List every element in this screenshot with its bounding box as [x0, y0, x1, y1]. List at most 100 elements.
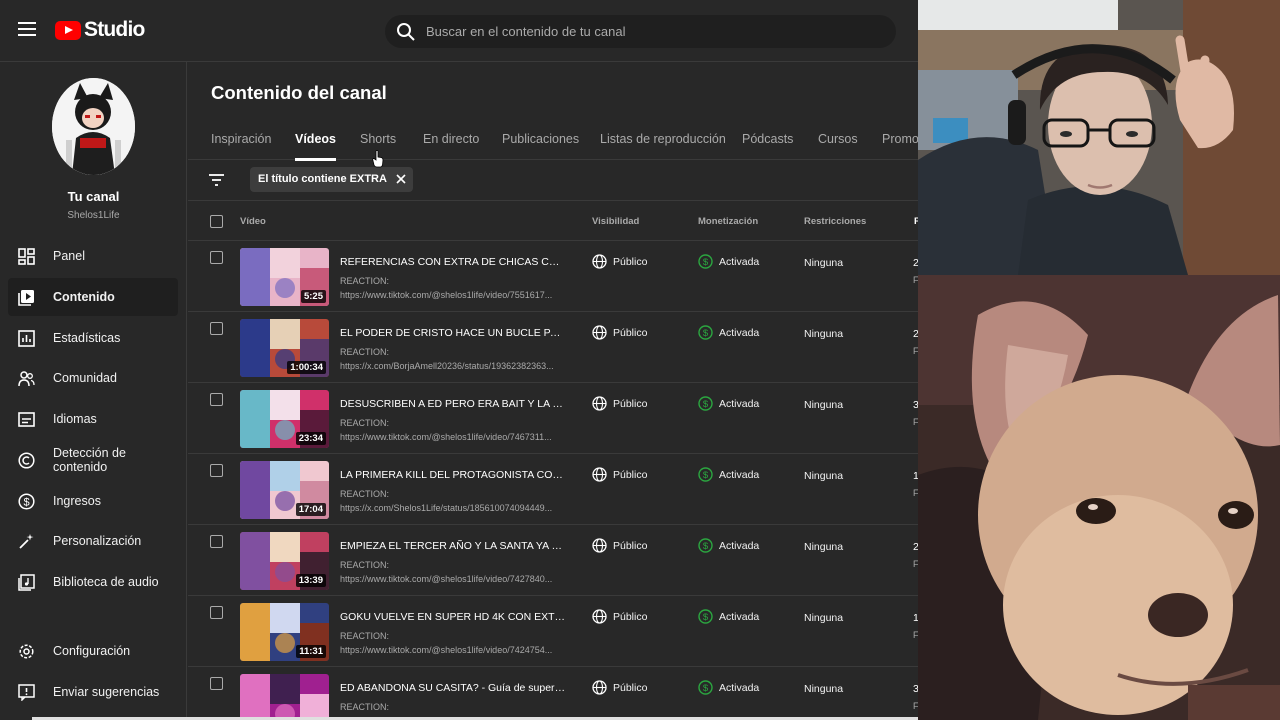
globe-icon [592, 680, 607, 695]
channel-avatar[interactable] [52, 78, 135, 175]
main-content: Contenido del canal Inspiración Vídeos S… [188, 62, 918, 720]
column-visibility[interactable]: Visibilidad [592, 216, 639, 227]
visibility-cell[interactable]: Público [592, 325, 647, 340]
monetization-dollar-icon: $ [698, 396, 713, 411]
monetization-label: Activada [719, 397, 760, 410]
tab-en-directo[interactable]: En directo [423, 132, 479, 160]
video-description-line: REACTION: [340, 489, 390, 499]
search-input[interactable] [426, 24, 896, 39]
video-title[interactable]: REFERENCIAS CON EXTRA DE CHICAS CABALLO … [340, 256, 566, 268]
monetization-dollar-icon: $ [698, 680, 713, 695]
video-title[interactable]: EMPIEZA EL TERCER AÑO Y LA SANTA YA SE Q… [340, 540, 566, 552]
video-title[interactable]: EL PODER DE CRISTO HACE UN BUCLE PARA SA… [340, 327, 566, 339]
row-checkbox[interactable] [210, 464, 223, 477]
video-description: REACTION: https://x.com/Shelos1Life/statu… [340, 487, 566, 515]
column-video[interactable]: Vídeo [240, 216, 266, 227]
table-row[interactable]: 5:25 REFERENCIAS CON EXTRA DE CHICAS CABA… [188, 241, 918, 312]
filter-icon[interactable] [208, 173, 225, 187]
sidebar-item-deteccion[interactable]: Detección de contenido [8, 441, 178, 479]
row-checkbox[interactable] [210, 677, 223, 690]
sidebar-item-personalizacion[interactable]: Personalización [8, 522, 178, 560]
row-checkbox[interactable] [210, 535, 223, 548]
svg-text:$: $ [703, 399, 709, 410]
filter-chip-label: El título contiene EXTRA [258, 173, 387, 185]
video-title[interactable]: GOKU VUELVE EN SUPER HD 4K CON EXTRA DE … [340, 611, 566, 623]
monetization-cell[interactable]: $ Activada [698, 538, 759, 553]
visibility-label: Público [613, 255, 648, 268]
video-duration: 1:00:34 [287, 361, 326, 374]
video-description-line: REACTION: [340, 560, 390, 570]
table-row[interactable]: 11:31 GOKU VUELVE EN SUPER HD 4K CON EXTR… [188, 596, 918, 667]
video-thumbnail[interactable]: 1:00:34 [240, 319, 329, 377]
row-checkbox[interactable] [210, 322, 223, 335]
community-icon [18, 370, 35, 386]
menu-icon[interactable] [18, 22, 36, 38]
sidebar-item-comunidad[interactable]: Comunidad [8, 359, 178, 397]
select-all-checkbox[interactable] [210, 215, 223, 228]
tab-listas-reproduccion[interactable]: Listas de reproducción [600, 132, 726, 160]
monetization-cell[interactable]: $ Activada [698, 254, 759, 269]
tab-videos[interactable]: Vídeos [295, 132, 336, 161]
video-description: REACTION: https://x.com/BorjaAmell20236/s… [340, 345, 566, 373]
visibility-label: Público [613, 539, 648, 552]
table-row[interactable]: 1:00:34 EL PODER DE CRISTO HACE UN BUCLE … [188, 312, 918, 383]
copyright-icon [18, 451, 35, 469]
sidebar-item-contenido[interactable]: Contenido [8, 278, 178, 316]
video-title[interactable]: DESUSCRIBEN A ED PERO ERA BAIT Y LA BRUJ… [340, 398, 566, 410]
column-monetization[interactable]: Monetización [698, 216, 758, 227]
video-description: REACTION: https://www.tiktok.com/@shelos1… [340, 558, 566, 586]
video-title[interactable]: LA PRIMERA KILL DEL PROTAGONISTA CONTRA … [340, 469, 566, 481]
tab-publicaciones[interactable]: Publicaciones [502, 132, 579, 160]
visibility-cell[interactable]: Público [592, 680, 647, 695]
sidebar-item-idiomas[interactable]: Idiomas [8, 400, 178, 438]
video-title[interactable]: ED ABANDONA SU CASITA? - Guía de supervi… [340, 682, 566, 694]
visibility-cell[interactable]: Público [592, 609, 647, 624]
visibility-cell[interactable]: Público [592, 538, 647, 553]
sidebar-item-configuracion[interactable]: Configuración [8, 632, 178, 670]
search-box[interactable] [385, 15, 896, 48]
search-icon[interactable] [396, 22, 416, 42]
visibility-cell[interactable]: Público [592, 396, 647, 411]
row-checkbox[interactable] [210, 606, 223, 619]
video-thumbnail[interactable] [240, 674, 329, 720]
youtube-logo-icon [55, 20, 81, 40]
tab-inspiracion[interactable]: Inspiración [211, 132, 271, 160]
studio-logo[interactable]: Studio [55, 18, 145, 42]
sidebar-item-label: Idiomas [53, 412, 97, 426]
sidebar-item-enviar-sugerencias[interactable]: Enviar sugerencias [8, 673, 178, 711]
video-description: REACTION: https://www.tiktok.com/@shelos1… [340, 629, 566, 657]
table-row[interactable]: 13:39 EMPIEZA EL TERCER AÑO Y LA SANTA YA… [188, 525, 918, 596]
monetization-cell[interactable]: $ Activada [698, 680, 759, 695]
video-thumbnail[interactable]: 11:31 [240, 603, 329, 661]
table-row[interactable]: 23:34 DESUSCRIBEN A ED PERO ERA BAIT Y LA… [188, 383, 918, 454]
video-thumbnail[interactable]: 5:25 [240, 248, 329, 306]
video-thumbnail[interactable]: 13:39 [240, 532, 329, 590]
column-restrictions[interactable]: Restricciones [804, 216, 866, 227]
monetization-cell[interactable]: $ Activada [698, 396, 759, 411]
table-row[interactable]: ED ABANDONA SU CASITA? - Guía de supervi… [188, 667, 918, 720]
monetization-cell[interactable]: $ Activada [698, 609, 759, 624]
tab-cursos[interactable]: Cursos [818, 132, 858, 160]
visibility-cell[interactable]: Público [592, 467, 647, 482]
monetization-cell[interactable]: $ Activada [698, 467, 759, 482]
tab-podcasts[interactable]: Pódcasts [742, 132, 793, 160]
content-tabs: Inspiración Vídeos Shorts En directo Pub… [188, 132, 918, 161]
gear-icon [19, 643, 34, 659]
table-row[interactable]: 17:04 LA PRIMERA KILL DEL PROTAGONISTA CO… [188, 454, 918, 525]
close-icon[interactable] [395, 173, 407, 185]
svg-text:$: $ [703, 470, 709, 481]
sidebar-item-biblioteca-audio[interactable]: Biblioteca de audio [8, 563, 178, 601]
sidebar-item-panel[interactable]: Panel [8, 237, 178, 275]
video-thumbnail[interactable]: 23:34 [240, 390, 329, 448]
svg-text:$: $ [703, 612, 709, 623]
row-checkbox[interactable] [210, 393, 223, 406]
tab-promociones[interactable]: Promoc [882, 132, 918, 160]
filter-chip[interactable]: El título contiene EXTRA [250, 167, 413, 192]
monetization-cell[interactable]: $ Activada [698, 325, 759, 340]
row-checkbox[interactable] [210, 251, 223, 264]
video-thumbnail[interactable]: 17:04 [240, 461, 329, 519]
video-description-link: https://www.tiktok.com/@shelos1life/vide… [340, 574, 553, 584]
visibility-cell[interactable]: Público [592, 254, 647, 269]
sidebar-item-ingresos[interactable]: $ Ingresos [8, 482, 178, 520]
sidebar-item-estadisticas[interactable]: Estadísticas [8, 319, 178, 357]
